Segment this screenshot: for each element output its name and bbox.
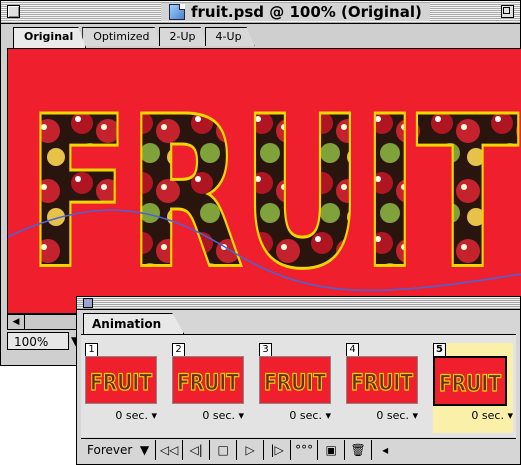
- zoom-field[interactable]: 100%: [7, 332, 69, 350]
- title-wrap: fruit.psd @ 100% (Original): [161, 3, 430, 21]
- frame-number: 5: [433, 343, 446, 357]
- artwork-text: FRUIT: [28, 75, 518, 313]
- title-bar[interactable]: fruit.psd @ 100% (Original): [1, 1, 520, 24]
- tab-optimized[interactable]: Optimized: [82, 27, 162, 46]
- scroll-frames-icon[interactable]: ◂: [372, 440, 398, 460]
- animation-tab[interactable]: Animation: [83, 313, 184, 334]
- frame-3[interactable]: 3 FRUIT 0 sec. ▾: [259, 343, 331, 433]
- first-frame-icon[interactable]: ◁◁: [156, 440, 184, 460]
- frames-area: 1 FRUIT 0 sec. ▾ 2 FRUIT 0 sec. ▾ 3 FRUI…: [81, 334, 516, 437]
- frame-thumbnail: FRUIT: [259, 356, 331, 404]
- next-frame-icon[interactable]: |▷: [264, 440, 292, 460]
- image-canvas[interactable]: FRUIT: [7, 48, 521, 314]
- tween-icon[interactable]: °°°: [291, 440, 319, 460]
- frame-duration[interactable]: 0 sec. ▾: [471, 409, 513, 422]
- frame-5[interactable]: 5 FRUIT 0 sec. ▾: [433, 343, 513, 433]
- zoom-box-icon[interactable]: [501, 5, 514, 18]
- play-icon[interactable]: ▷: [237, 440, 265, 460]
- animation-palette: Animation 1 FRUIT 0 sec. ▾ 2 FRUIT 0 sec…: [76, 296, 521, 465]
- document-icon: [169, 4, 185, 20]
- close-box-icon[interactable]: [7, 5, 20, 18]
- frame-1[interactable]: 1 FRUIT 0 sec. ▾: [85, 343, 157, 433]
- frame-duration[interactable]: 0 sec. ▾: [202, 409, 244, 422]
- thumb-text: FRUIT: [177, 371, 239, 396]
- frame-number: 4: [346, 343, 359, 357]
- palette-close-icon[interactable]: [83, 298, 93, 308]
- thumb-text: FRUIT: [351, 371, 413, 396]
- frame-duration[interactable]: 0 sec. ▾: [289, 409, 331, 422]
- frame-number: 2: [172, 343, 185, 357]
- tab-4-up[interactable]: 4-Up: [205, 27, 255, 46]
- frame-duration[interactable]: 0 sec. ▾: [376, 409, 418, 422]
- frame-thumbnail: FRUIT: [433, 356, 507, 406]
- tab-original[interactable]: Original: [13, 27, 86, 48]
- trash-icon[interactable]: 🗑: [345, 440, 373, 460]
- frame-2[interactable]: 2 FRUIT 0 sec. ▾: [172, 343, 244, 433]
- stop-icon[interactable]: □: [210, 440, 238, 460]
- thumb-text: FRUIT: [264, 371, 326, 396]
- thumb-text: FRUIT: [439, 372, 501, 397]
- frame-thumbnail: FRUIT: [346, 356, 418, 404]
- frame-thumbnail: FRUIT: [172, 356, 244, 404]
- fruit-artwork: FRUIT: [8, 72, 521, 313]
- view-tabs: Original Optimized 2-Up 4-Up: [13, 27, 251, 47]
- duplicate-frame-icon[interactable]: ▣: [318, 440, 346, 460]
- loop-select[interactable]: Forever ▼: [81, 440, 157, 460]
- tab-2-up[interactable]: 2-Up: [159, 27, 209, 46]
- previous-frame-icon[interactable]: ◁|: [183, 440, 211, 460]
- frame-4[interactable]: 4 FRUIT 0 sec. ▾: [346, 343, 418, 433]
- thumb-text: FRUIT: [90, 371, 152, 396]
- frame-duration[interactable]: 0 sec. ▾: [115, 409, 157, 422]
- frame-thumbnail: FRUIT: [85, 356, 157, 404]
- window-title: fruit.psd @ 100% (Original): [191, 3, 422, 21]
- scroll-left-icon[interactable]: ◀: [8, 315, 25, 329]
- frame-number: 1: [85, 343, 98, 357]
- animation-controls: Forever ▼ ◁◁ ◁| □ ▷ |▷ °°° ▣ 🗑 ◂: [81, 438, 516, 461]
- frame-number: 3: [259, 343, 272, 357]
- palette-title-bar[interactable]: [77, 297, 520, 310]
